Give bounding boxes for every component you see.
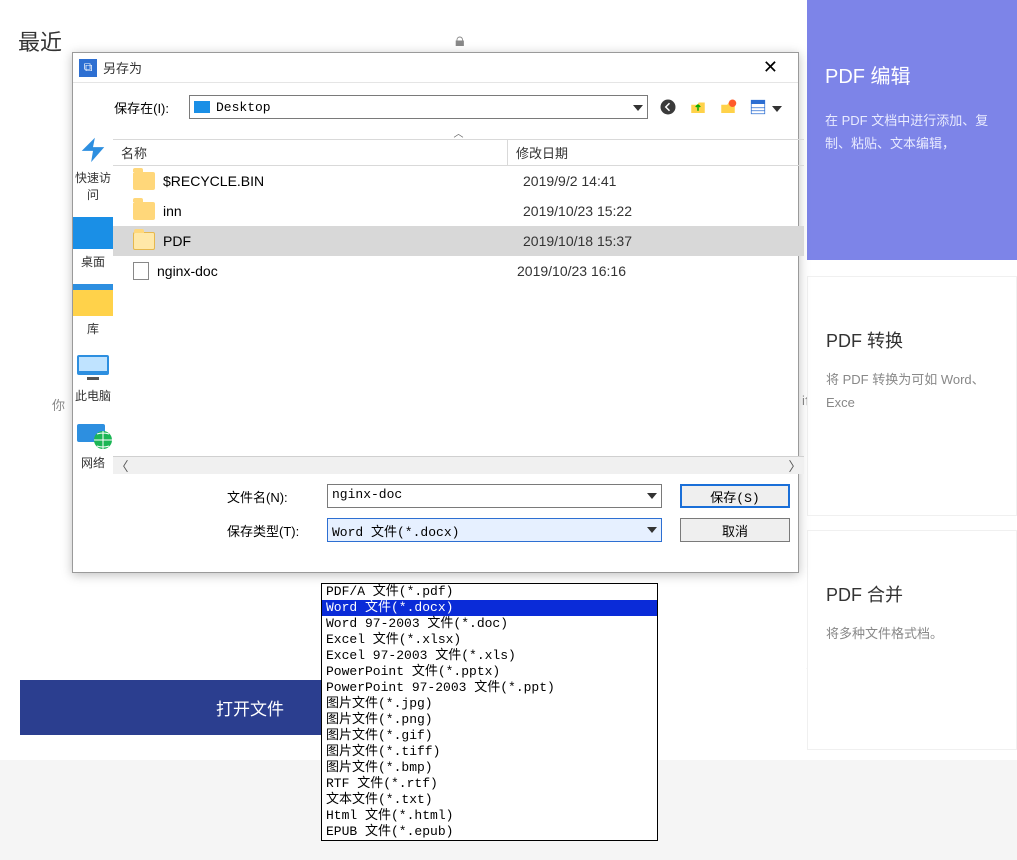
card-desc: 将 PDF 转换为可如 Word、Exce [826,368,998,415]
recent-heading: 最近 [18,25,62,57]
dialog-titlebar[interactable]: ⧉ 另存为 ✕ [73,53,798,83]
save-in-label: 保存在(I): [89,98,179,117]
save-as-dialog: ⧉ 另存为 ✕ 保存在(I): Desktop 快速访问 [72,52,799,573]
filename-input[interactable]: nginx-doc [327,484,662,508]
up-level-icon[interactable] [688,97,708,117]
file-name: inn [163,203,523,219]
app-icon: ⧉ [79,59,97,77]
card-title: PDF 编辑 [825,60,999,89]
scroll-left-icon[interactable]: 〈 [113,456,131,475]
folder-icon [133,202,155,220]
save-button[interactable]: 保存(S) [680,484,790,508]
place-label: 网络 [73,454,113,471]
card-desc: 将多种文件格式档。 [826,622,998,645]
card-desc: 在 PDF 文档中进行添加、复制、粘贴、文本编辑， [825,109,999,156]
file-date: 2019/10/23 15:22 [523,203,632,219]
cancel-button[interactable]: 取消 [680,518,790,542]
pdf-convert-card[interactable]: PDF 转换 将 PDF 转换为可如 Word、Exce [807,276,1017,516]
filetype-option[interactable]: RTF 文件(*.rtf) [322,776,657,792]
place-libraries[interactable]: 库 [73,284,113,337]
file-row[interactable]: PDF2019/10/18 15:37 [113,226,804,256]
file-row[interactable]: nginx-doc2019/10/23 16:16 [113,256,804,286]
filetype-option[interactable]: 图片文件(*.gif) [322,728,657,744]
filetype-option[interactable]: 文本文件(*.txt) [322,792,657,808]
file-name: nginx-doc [157,263,517,279]
place-desktop[interactable]: 桌面 [73,217,113,270]
back-icon[interactable] [658,97,678,117]
list-header[interactable]: 名称 修改日期 [113,139,804,166]
filetype-option[interactable]: Word 97-2003 文件(*.doc) [322,616,657,632]
bg-text-fragment: 你 [52,395,65,414]
filetype-option[interactable]: Html 文件(*.html) [322,808,657,824]
filetype-option[interactable]: 图片文件(*.tiff) [322,744,657,760]
scroll-up[interactable]: ︿ [113,125,804,139]
filetype-dropdown[interactable]: PDF/A 文件(*.pdf)Word 文件(*.docx)Word 97-20… [321,583,658,841]
file-name: $RECYCLE.BIN [163,173,523,189]
filetype-option[interactable]: PowerPoint 97-2003 文件(*.ppt) [322,680,657,696]
file-date: 2019/10/23 16:16 [517,263,626,279]
file-name: PDF [163,233,523,249]
file-list[interactable]: $RECYCLE.BIN2019/9/2 14:41inn2019/10/23 … [113,166,804,456]
filetype-option[interactable]: 图片文件(*.png) [322,712,657,728]
location-text: Desktop [216,100,271,115]
close-icon[interactable]: ✕ [753,57,788,78]
col-date[interactable]: 修改日期 [508,140,804,165]
filetype-option[interactable]: 图片文件(*.bmp) [322,760,657,776]
filetype-value: Word 文件(*.docx) [332,525,459,540]
lock-icon: 🔒︎ [455,30,465,51]
filetype-option[interactable]: Excel 97-2003 文件(*.xls) [322,648,657,664]
places-bar: 快速访问 桌面 库 此电脑 网络 [73,125,113,572]
new-folder-icon[interactable] [718,97,738,117]
place-network[interactable]: 网络 [73,418,113,471]
place-label: 快速访问 [73,169,113,203]
file-row[interactable]: inn2019/10/23 15:22 [113,196,804,226]
scroll-track[interactable] [131,457,786,474]
view-menu-icon[interactable] [748,97,768,117]
filetype-option[interactable]: EPUB 文件(*.epub) [322,824,657,840]
filetype-label: 保存类型(T): [127,521,327,540]
chevron-down-icon[interactable] [647,488,657,503]
pdf-merge-card[interactable]: PDF 合并 将多种文件格式档。 [807,530,1017,750]
card-title: PDF 转换 [826,327,998,353]
filetype-option[interactable]: Excel 文件(*.xlsx) [322,632,657,648]
place-this-pc[interactable]: 此电脑 [73,351,113,404]
place-label: 此电脑 [73,387,113,404]
chevron-down-icon[interactable] [647,522,657,537]
filetype-option[interactable]: 图片文件(*.jpg) [322,696,657,712]
dialog-title: 另存为 [103,58,142,77]
col-name[interactable]: 名称 [113,140,508,165]
filetype-option[interactable]: Word 文件(*.docx) [322,600,657,616]
view-menu-arrow[interactable] [772,100,782,115]
h-scrollbar[interactable]: 〈 〉 [113,456,804,474]
file-date: 2019/10/18 15:37 [523,233,632,249]
card-title: PDF 合并 [826,581,998,607]
filename-label: 文件名(N): [127,487,327,506]
folder-icon [133,232,155,250]
file-list-area: ︿ 名称 修改日期 $RECYCLE.BIN2019/9/2 14:41inn2… [113,125,804,572]
filetype-combo[interactable]: Word 文件(*.docx) [327,518,662,542]
place-label: 库 [73,320,113,337]
file-row[interactable]: $RECYCLE.BIN2019/9/2 14:41 [113,166,804,196]
chevron-down-icon[interactable] [633,100,643,115]
desktop-icon [194,101,210,113]
file-date: 2019/9/2 14:41 [523,173,616,189]
file-icon [133,262,149,280]
filetype-option[interactable]: PDF/A 文件(*.pdf) [322,584,657,600]
pdf-edit-card[interactable]: PDF 编辑 在 PDF 文档中进行添加、复制、粘贴、文本编辑， [807,0,1017,260]
place-label: 桌面 [73,253,113,270]
scroll-right-icon[interactable]: 〉 [786,456,804,475]
location-combo[interactable]: Desktop [189,95,648,119]
filetype-option[interactable]: PowerPoint 文件(*.pptx) [322,664,657,680]
filename-value: nginx-doc [332,487,402,502]
folder-icon [133,172,155,190]
place-quick-access[interactable]: 快速访问 [73,133,113,203]
